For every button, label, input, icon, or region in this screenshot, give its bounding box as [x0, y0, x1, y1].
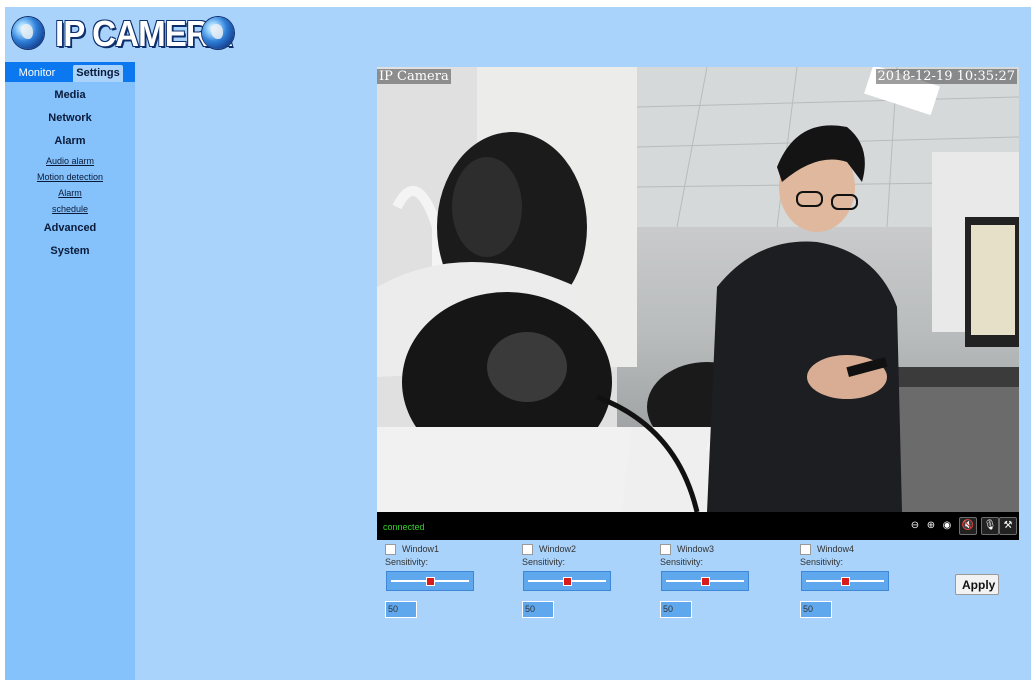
connection-status: connected: [383, 522, 425, 532]
window3-checkbox[interactable]: [660, 543, 671, 555]
video-player[interactable]: IP Camera 2018-12-19 10:35:27 connected …: [377, 67, 1019, 540]
settings-tool-icon[interactable]: ⚒: [999, 517, 1017, 535]
video-control-bar: connected ⊖ ⊕ ◉ 🔇 🎙 ⚒: [377, 512, 1019, 540]
video-overlay-title: IP Camera: [377, 69, 451, 84]
menu-item-alarm[interactable]: Alarm: [5, 130, 135, 153]
window3-label: Window3: [677, 544, 715, 554]
menu-item-media[interactable]: Media: [5, 84, 135, 107]
globe-icon: [202, 17, 234, 49]
slider-thumb[interactable]: [701, 577, 710, 586]
window2-sensitivity-label: Sensitivity:: [522, 557, 566, 567]
alarm-submenu: Audio alarm Motion detection Alarm sched…: [5, 153, 135, 217]
mute-icon[interactable]: 🔇: [959, 517, 977, 535]
window4-label: Window4: [817, 544, 855, 554]
window1-sensitivity-value[interactable]: 50: [385, 601, 417, 618]
window3-sensitivity-value[interactable]: 50: [660, 601, 692, 618]
zoom-out-icon[interactable]: ⊖: [907, 518, 923, 534]
mic-off-icon[interactable]: 🎙: [981, 517, 999, 535]
slider-thumb[interactable]: [563, 577, 572, 586]
window1-sensitivity-slider[interactable]: [386, 571, 474, 591]
motion-window-4: Window4 Sensitivity: 50: [800, 542, 910, 618]
slider-thumb[interactable]: [426, 577, 435, 586]
window3-sensitivity-slider[interactable]: [661, 571, 749, 591]
window2-sensitivity-slider[interactable]: [523, 571, 611, 591]
menu-item-system[interactable]: System: [5, 240, 135, 263]
motion-window-3: Window3 Sensitivity: 50: [660, 542, 770, 618]
window4-checkbox[interactable]: [800, 543, 811, 555]
window4-sensitivity-slider[interactable]: [801, 571, 889, 591]
header: IP CAMERA: [5, 7, 1031, 62]
tab-monitor[interactable]: Monitor: [7, 65, 67, 82]
apply-button[interactable]: Apply: [955, 574, 999, 595]
tab-settings[interactable]: Settings: [73, 65, 123, 82]
zoom-in-icon[interactable]: ⊕: [923, 518, 939, 534]
window2-sensitivity-value[interactable]: 50: [522, 601, 554, 618]
tab-bar: Monitor Settings: [5, 62, 135, 82]
sidebar: Monitor Settings Media Network Alarm Aud…: [5, 62, 135, 680]
motion-window-1: Window1 Sensitivity: 50: [385, 542, 495, 618]
camera-scene-image: [377, 67, 1019, 512]
window4-sensitivity-value[interactable]: 50: [800, 601, 832, 618]
submenu-audio-alarm[interactable]: Audio alarm: [5, 153, 135, 169]
window4-sensitivity-label: Sensitivity:: [800, 557, 844, 567]
window1-sensitivity-label: Sensitivity:: [385, 557, 429, 567]
motion-window-2: Window2 Sensitivity: 50: [522, 542, 632, 618]
window3-sensitivity-label: Sensitivity:: [660, 557, 704, 567]
settings-menu: Media Network Alarm Audio alarm Motion d…: [5, 84, 135, 263]
menu-item-advanced[interactable]: Advanced: [5, 217, 135, 240]
menu-item-network[interactable]: Network: [5, 107, 135, 130]
submenu-motion-detection[interactable]: Motion detection: [5, 169, 135, 185]
slider-thumb[interactable]: [841, 577, 850, 586]
submenu-schedule[interactable]: schedule: [5, 201, 135, 217]
camera-feed: IP Camera 2018-12-19 10:35:27: [377, 67, 1019, 512]
window1-label: Window1: [402, 544, 440, 554]
video-timestamp: 2018-12-19 10:35:27: [875, 69, 1017, 84]
window2-checkbox[interactable]: [522, 543, 533, 555]
window1-checkbox[interactable]: [385, 543, 396, 555]
globe-icon: [12, 17, 44, 49]
record-icon[interactable]: ◉: [939, 518, 955, 534]
window2-label: Window2: [539, 544, 577, 554]
submenu-alarm[interactable]: Alarm: [5, 185, 135, 201]
